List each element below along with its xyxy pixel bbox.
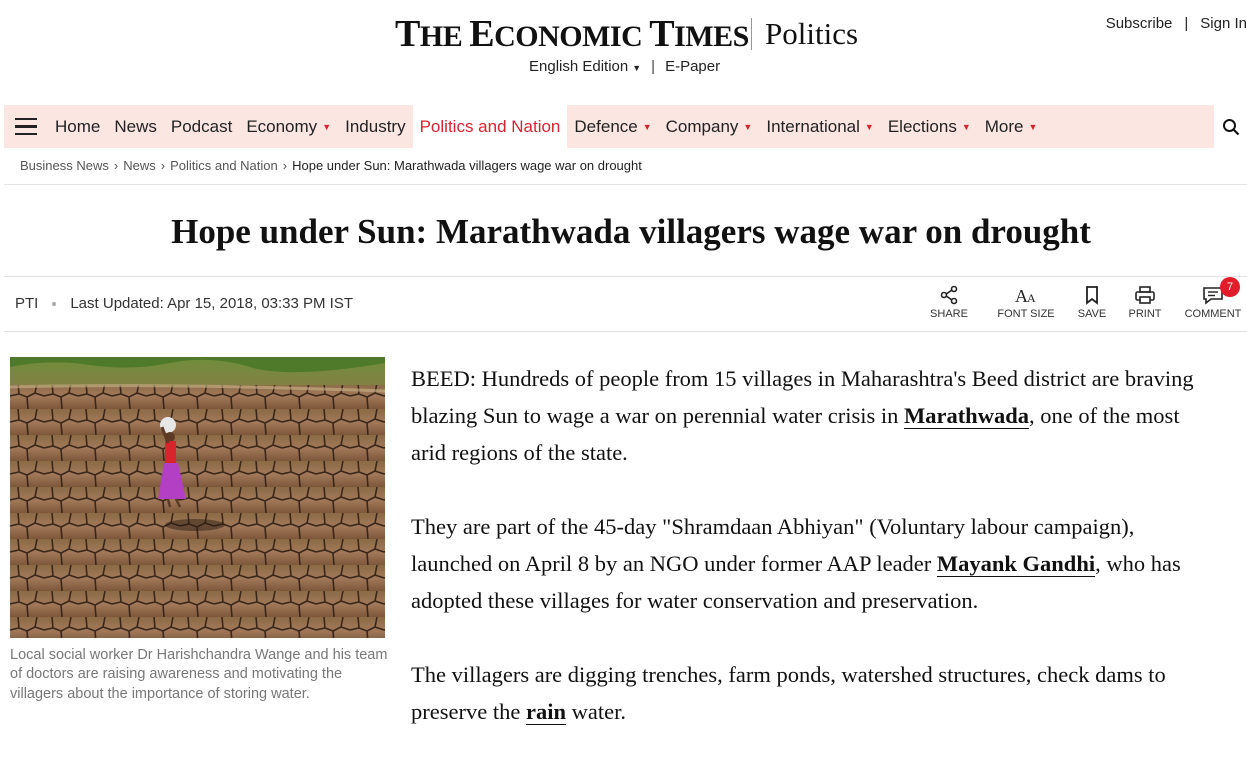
section-title[interactable]: Politics [765, 16, 858, 52]
breadcrumb: Business News › News › Politics and Nation… [20, 158, 642, 173]
breadcrumb-item[interactable]: Business News [20, 158, 109, 173]
nav-defence[interactable]: Defence ▼ [567, 105, 658, 148]
svg-text:A: A [1027, 291, 1036, 305]
article-source: PTI [15, 295, 39, 312]
byline: PTI Last Updated: Apr 15, 2018, 03:33 PM… [15, 295, 353, 312]
last-updated: Last Updated: Apr 15, 2018, 03:33 PM IST [70, 295, 354, 312]
divider [4, 184, 1247, 185]
masthead: THE ECONOMIC TIMES Politics English Edit… [0, 0, 1247, 100]
bookmark-icon [1086, 286, 1098, 305]
nav-industry[interactable]: Industry [338, 105, 412, 148]
print-button[interactable]: PRINT [1126, 285, 1164, 320]
share-button[interactable]: SHARE [929, 285, 969, 320]
nav-company[interactable]: Company ▼ [659, 105, 760, 148]
logo-divider [751, 18, 752, 50]
caret-down-icon: ▼ [322, 121, 332, 132]
article-image [10, 357, 385, 638]
main-nav: Home News Podcast Economy ▼ Industry Poli… [4, 105, 1247, 148]
caret-down-icon: ▼ [632, 63, 642, 73]
nav-podcast[interactable]: Podcast [164, 105, 239, 148]
subscribe-link[interactable]: Subscribe [1106, 15, 1173, 32]
breadcrumb-current: Hope under Sun: Marathwada villagers wag… [292, 158, 642, 173]
hamburger-menu-icon[interactable] [4, 105, 48, 148]
image-caption: Local social worker Dr Harishchandra Wan… [10, 647, 388, 702]
caret-down-icon: ▼ [642, 121, 652, 132]
edition-row: English Edition ▼ | E-Paper [529, 58, 721, 75]
font-size-icon: AA [1015, 286, 1036, 305]
nav-international[interactable]: International ▼ [759, 105, 881, 148]
nav-news[interactable]: News [107, 105, 164, 148]
nav-politics-and-nation[interactable]: Politics and Nation [412, 105, 568, 148]
rain-link[interactable]: rain [525, 699, 566, 725]
article-paragraph: BEED: Hundreds of people from 15 village… [411, 366, 1194, 465]
caret-down-icon: ▼ [864, 121, 874, 132]
divider [4, 276, 1247, 277]
divider [4, 331, 1247, 332]
mayank-gandhi-link[interactable]: Mayank Gandhi [936, 551, 1096, 577]
chevron-right-icon: › [160, 158, 166, 173]
comment-count-badge: 7 [1220, 277, 1240, 297]
comment-button[interactable]: COMMENT 7 [1181, 277, 1245, 320]
nav-more[interactable]: More ▼ [978, 105, 1045, 148]
nav-elections[interactable]: Elections ▼ [881, 105, 978, 148]
marathwada-link[interactable]: Marathwada [903, 403, 1029, 429]
font-size-button[interactable]: AA FONT SIZE [995, 285, 1057, 320]
caret-down-icon: ▼ [961, 121, 971, 132]
chevron-right-icon: › [282, 158, 288, 173]
search-icon[interactable] [1214, 105, 1247, 148]
breadcrumb-item[interactable]: News [123, 158, 156, 173]
dot-separator [52, 301, 57, 306]
nav-economy[interactable]: Economy ▼ [239, 105, 338, 148]
share-icon [940, 285, 958, 305]
article-body: BEED: Hundreds of people from 15 village… [411, 360, 1211, 767]
site-logo[interactable]: THE ECONOMIC TIMES [395, 12, 749, 56]
caret-down-icon: ▼ [743, 121, 753, 132]
printer-icon [1135, 286, 1155, 304]
article-paragraph: The villagers are digging trenches, farm… [411, 662, 1166, 725]
article-paragraph: They are part of the 45-day "Shramdaan A… [411, 514, 1181, 613]
save-button[interactable]: SAVE [1075, 285, 1109, 320]
epaper-link[interactable]: E-Paper [665, 58, 720, 75]
nav-home[interactable]: Home [48, 105, 107, 148]
edition-selector[interactable]: English Edition ▼ [529, 58, 641, 75]
account-links: Subscribe | Sign In [1105, 15, 1247, 32]
article-title: Hope under Sun: Marathwada villagers wag… [171, 212, 1091, 251]
chevron-right-icon: › [113, 158, 119, 173]
signin-link[interactable]: Sign In [1200, 15, 1247, 32]
breadcrumb-item[interactable]: Politics and Nation [170, 158, 278, 173]
caret-down-icon: ▼ [1028, 121, 1038, 132]
